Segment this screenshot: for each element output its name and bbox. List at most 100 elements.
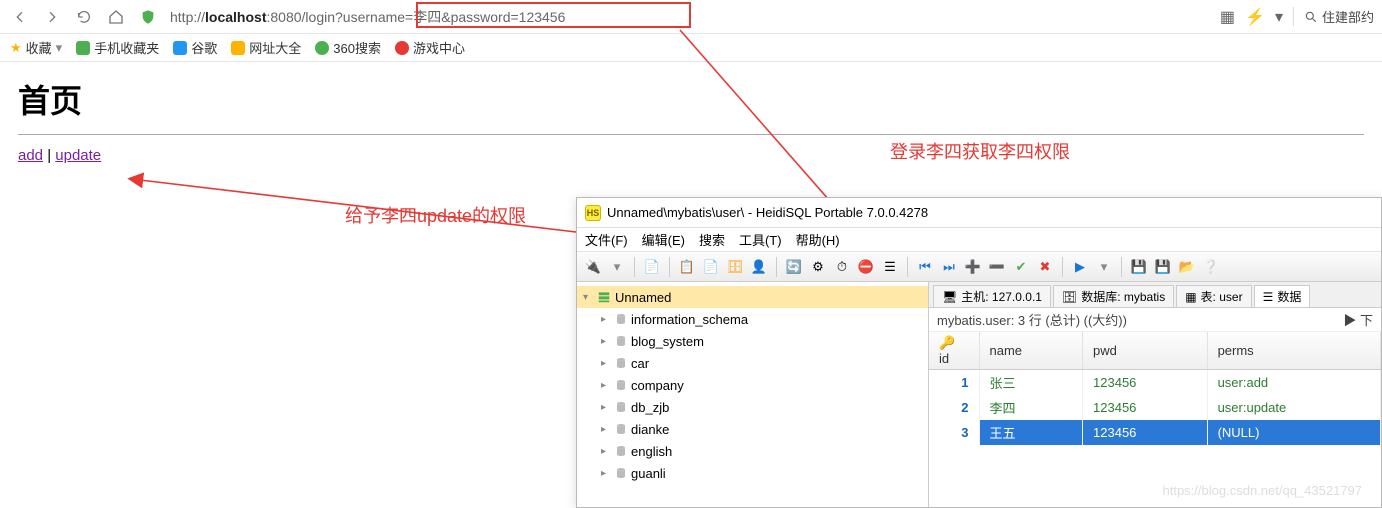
update-link[interactable]: update [55,147,101,164]
heidisql-menubar: 文件(F) 编辑(E) 搜索 工具(T) 帮助(H) [577,228,1381,252]
db-icon[interactable]: 🗄 [725,257,745,277]
tree-item-label: blog_system [631,334,704,349]
heidisql-app-icon: HS [585,205,601,221]
qr-icon[interactable]: ▦ [1220,7,1235,27]
tree-item[interactable]: ▸english [577,440,928,462]
favorites-root[interactable]: ★收藏▾ [10,38,62,57]
add-link[interactable]: add [18,147,43,164]
menu-tools[interactable]: 工具(T) [739,230,782,249]
tree-item[interactable]: ▸guanli [577,462,928,484]
expand-icon[interactable]: ▸ [601,314,611,325]
tree-item[interactable]: ▸company [577,374,928,396]
forward-button[interactable] [40,5,64,29]
bookmark-item[interactable]: 网址大全 [231,38,301,57]
tree-pane[interactable]: ▾ Unnamed ▸information_schema▸blog_syste… [577,282,929,507]
tab-table[interactable]: ▦ 表: user [1176,285,1251,307]
open-icon[interactable]: 📂 [1177,257,1197,277]
divider [18,134,1364,135]
back-button[interactable] [8,5,32,29]
dropdown2-icon[interactable]: ▾ [1094,257,1114,277]
expand-icon[interactable]: ▸ [601,424,611,435]
home-icon [108,9,124,25]
tree-root[interactable]: ▾ Unnamed [577,286,928,308]
saveall-icon[interactable]: 💾 [1153,257,1173,277]
commit-icon[interactable]: ✔ [1011,257,1031,277]
refresh-icon[interactable]: 🔄 [784,257,804,277]
caption-text: mybatis.user: 3 行 (总计) ((大约)) [937,310,1127,329]
cog-icon[interactable]: ⚙ [808,257,828,277]
connect-icon[interactable]: 🔌 [583,257,603,277]
chevron-down-icon[interactable]: ▾ [1275,7,1283,27]
col-pwd[interactable]: pwd [1083,332,1208,370]
paste-icon[interactable]: 📄 [701,257,721,277]
menu-search[interactable]: 搜索 [699,230,725,249]
add-row-icon[interactable]: ➕ [963,257,983,277]
filter-icon[interactable]: ☰ [880,257,900,277]
expand-icon[interactable]: ▸ [601,446,611,457]
menu-edit[interactable]: 编辑(E) [642,230,685,249]
tab-database[interactable]: 🗄 数据库: mybatis [1053,285,1174,307]
expand-icon[interactable]: ▸ [601,402,611,413]
copy-icon[interactable]: 📋 [677,257,697,277]
delete-row-icon[interactable]: ➖ [987,257,1007,277]
server-icon [597,290,611,304]
reload-button[interactable] [72,5,96,29]
caption-right[interactable]: ▶ 下 [1343,310,1373,329]
tree-item[interactable]: ▸ blog_system [577,330,928,352]
first-icon[interactable]: ⏮ [915,257,935,277]
expand-icon[interactable]: ▾ [583,292,593,303]
tree-item[interactable]: ▸information_schema [577,308,928,330]
expand-icon[interactable]: ▸ [601,358,611,369]
col-perms[interactable]: perms [1207,332,1380,370]
bookmark-item[interactable]: 谷歌 [173,38,217,57]
bookmark-item[interactable]: 游戏中心 [395,38,465,57]
menu-file[interactable]: 文件(F) [585,230,628,249]
tree-item[interactable]: ▸db_zjb [577,396,928,418]
heidisql-titlebar[interactable]: HS Unnamed\mybatis\user\ - HeidiSQL Port… [577,198,1381,228]
tree-item[interactable]: ▸dianke [577,418,928,440]
page-title: 首页 [18,76,1364,122]
stop-icon[interactable]: ⛔ [856,257,876,277]
expand-icon[interactable]: ▸ [601,468,611,479]
time-icon[interactable]: ⏱ [832,257,852,277]
home-button[interactable] [104,5,128,29]
help-icon[interactable]: ❔ [1201,257,1221,277]
expand-icon[interactable]: ▸ [601,380,611,391]
new-icon[interactable]: 📄 [642,257,662,277]
address-bar[interactable]: http://localhost:8080/login?username=李四&… [164,5,1212,29]
tabbar: 🖥 主机: 127.0.0.1 🗄 数据库: mybatis ▦ 表: user… [929,282,1381,308]
bolt-icon[interactable]: ⚡ [1245,7,1265,27]
cancel-icon[interactable]: ✖ [1035,257,1055,277]
game-icon [395,41,409,55]
user-icon[interactable]: 👤 [749,257,769,277]
tab-data[interactable]: ☰ 数据 [1254,285,1311,307]
heidisql-window: HS Unnamed\mybatis\user\ - HeidiSQL Port… [576,197,1382,508]
tree-item-label: car [631,356,649,371]
reload-icon [76,9,92,25]
bookmark-item[interactable]: 手机收藏夹 [76,38,159,57]
tree-root-label: Unnamed [615,290,671,305]
external-search[interactable]: 住建部约 [1293,7,1374,26]
data-table[interactable]: 🔑 id name pwd perms 1张三123456user:add2李四… [929,332,1381,445]
bookmark-item[interactable]: 360搜索 [315,38,381,57]
save-icon[interactable]: 💾 [1129,257,1149,277]
expand-icon[interactable]: ▸ [601,336,611,347]
search-icon [1304,10,1318,24]
database-icon [615,467,627,479]
menu-help[interactable]: 帮助(H) [796,230,840,249]
360-icon [315,41,329,55]
table-row[interactable]: 3王五123456(NULL) [929,420,1381,445]
tab-host[interactable]: 🖥 主机: 127.0.0.1 [933,285,1051,307]
col-id[interactable]: 🔑 id [929,332,979,370]
arrow-right-icon [44,9,60,25]
dropdown-icon[interactable]: ▾ [607,257,627,277]
table-row[interactable]: 2李四123456user:update [929,395,1381,420]
tree-item[interactable]: ▸ car [577,352,928,374]
database-icon [615,379,627,391]
col-name[interactable]: name [979,332,1083,370]
last-icon[interactable]: ⏭ [939,257,959,277]
arrow-left-icon [12,9,28,25]
database-icon [615,445,627,457]
run-icon[interactable]: ▶ [1070,257,1090,277]
table-row[interactable]: 1张三123456user:add [929,370,1381,396]
